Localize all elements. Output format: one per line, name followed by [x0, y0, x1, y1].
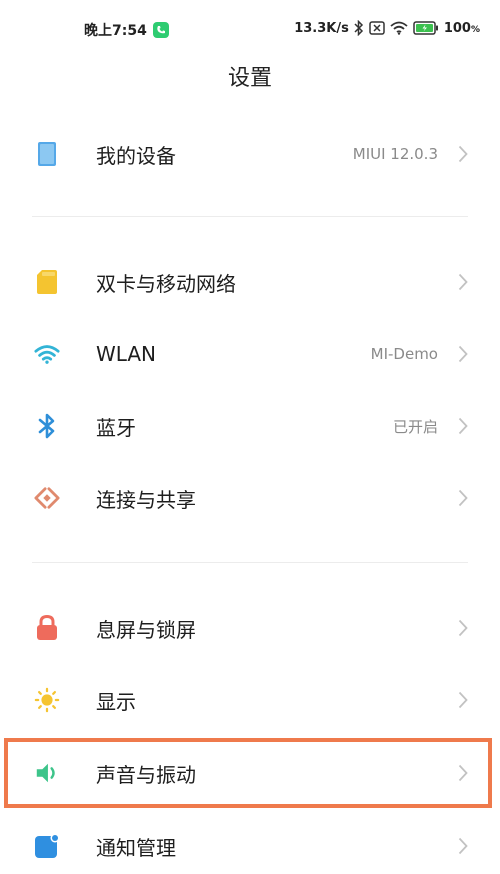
no-sim-icon — [369, 21, 385, 35]
notification-icon — [34, 833, 60, 859]
lock-icon — [34, 615, 60, 641]
settings-item-my-device[interactable]: 我的设备 MIUI 12.0.3 — [0, 126, 500, 182]
settings-item-lock-screen[interactable]: 息屏与锁屏 — [0, 600, 500, 656]
settings-item-label: 我的设备 — [96, 143, 176, 168]
section-divider — [32, 216, 468, 217]
settings-item-label: WLAN — [96, 342, 157, 366]
settings-item-label: 连接与共享 — [96, 487, 196, 512]
chevron-right-icon — [456, 836, 470, 856]
settings-item-label: 显示 — [96, 689, 136, 714]
chevron-right-icon — [456, 144, 470, 164]
sim-card-icon — [34, 269, 60, 295]
battery-charging-icon — [413, 21, 439, 35]
phone-call-icon — [152, 22, 169, 38]
section-divider — [32, 562, 468, 563]
status-right: 13.3K/s 100% — [294, 20, 480, 36]
battery-level: 100% — [443, 20, 480, 36]
chevron-right-icon — [456, 272, 470, 292]
settings-item-bluetooth[interactable]: 蓝牙 已开启 — [0, 398, 500, 454]
settings-item-label: 息屏与锁屏 — [96, 617, 196, 642]
wifi-icon — [34, 341, 60, 367]
settings-item-value: 已开启 — [392, 417, 438, 436]
page-title: 设置 — [227, 66, 272, 91]
status-time: 晚上7:54 — [84, 23, 147, 39]
settings-item-connection-sharing[interactable]: 连接与共享 — [0, 470, 500, 526]
settings-item-label: 双卡与移动网络 — [96, 271, 236, 296]
settings-item-value: MI-Demo — [370, 345, 438, 363]
chevron-right-icon — [456, 618, 470, 638]
chevron-right-icon — [456, 488, 470, 508]
settings-item-wlan[interactable]: WLAN MI-Demo — [0, 326, 500, 382]
tablet-icon — [34, 141, 60, 167]
settings-item-dual-sim[interactable]: 双卡与移动网络 — [0, 254, 500, 310]
settings-item-label: 通知管理 — [96, 835, 176, 860]
settings-item-display[interactable]: 显示 — [0, 672, 500, 728]
sun-icon — [34, 687, 60, 713]
chevron-right-icon — [456, 344, 470, 364]
settings-item-value: MIUI 12.0.3 — [352, 145, 438, 163]
status-left: 晚上7:54 — [84, 20, 169, 40]
highlight-frame — [4, 738, 492, 808]
bluetooth-icon — [34, 413, 60, 439]
settings-item-label: 蓝牙 — [96, 415, 136, 440]
wifi-status-icon — [390, 21, 408, 35]
bluetooth-status-icon — [354, 20, 364, 36]
status-bar: 晚上7:54 13.3K/s 100% — [0, 0, 500, 58]
share-connection-icon — [34, 485, 60, 511]
chevron-right-icon — [456, 690, 470, 710]
chevron-right-icon — [456, 416, 470, 436]
net-speed: 13.3K/s — [294, 20, 349, 36]
